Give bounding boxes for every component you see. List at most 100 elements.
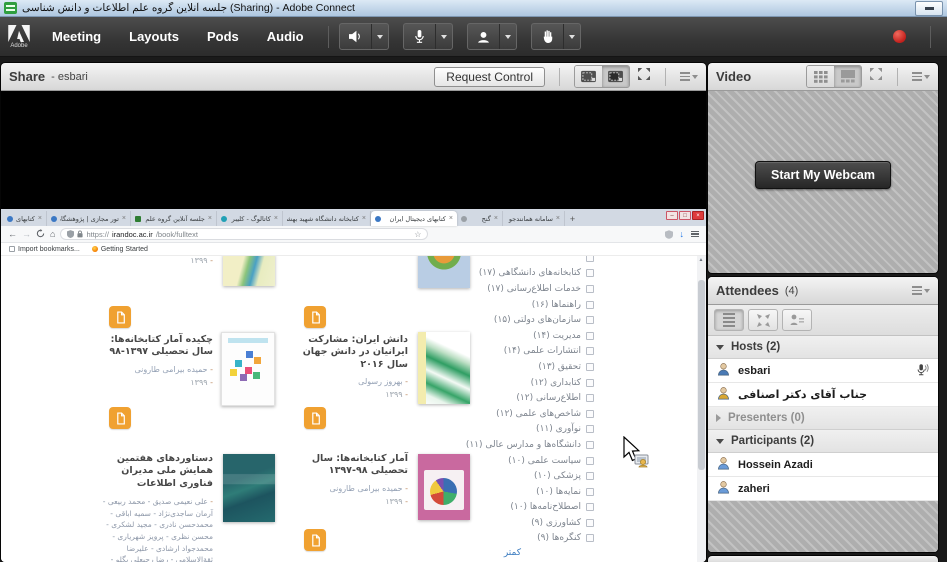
category-filter[interactable]: انتشارات علمی (۱۴) xyxy=(424,344,594,360)
category-filter[interactable]: تحقیق (۱۳) xyxy=(424,359,594,375)
book-title-link[interactable]: چکیده آمار کتابخانه‌ها: سال تحصیلی ۱۳۹۷-… xyxy=(91,334,213,359)
category-filter[interactable]: خدمات اطلاع‌رسانی (۱۷) xyxy=(424,281,594,297)
reload-icon[interactable] xyxy=(36,225,45,243)
category-checkbox[interactable] xyxy=(586,301,594,309)
category-filter[interactable]: کتابداری (۱۲) xyxy=(424,375,594,391)
minimize-button[interactable] xyxy=(915,1,943,16)
pod-menu-icon[interactable] xyxy=(912,72,930,81)
show-less-link[interactable]: کمتر xyxy=(504,548,521,558)
scrollbar-thumb[interactable] xyxy=(698,280,705,470)
url-field[interactable]: https://irandoc.ac.ir/book/fulltext ☆ xyxy=(60,228,428,240)
speaker-dropdown[interactable] xyxy=(371,24,388,49)
category-filter[interactable]: دانشگاه‌ها و مدارس عالی (۱۱) xyxy=(424,437,594,453)
browser-tab[interactable]: کتابهای دیجیتال ایران× xyxy=(3,211,47,226)
category-checkbox[interactable] xyxy=(586,285,594,293)
pdf-download-icon[interactable] xyxy=(109,306,131,328)
category-checkbox[interactable] xyxy=(586,503,594,511)
home-icon[interactable]: ⌂ xyxy=(50,230,55,239)
microphone-icon[interactable] xyxy=(404,24,435,49)
attendee-section-header[interactable]: Participants (2) xyxy=(708,430,938,453)
bookmark-star-icon[interactable]: ☆ xyxy=(414,230,421,239)
category-filter[interactable]: اصطلاح‌نامه‌ها (۱۰) xyxy=(424,500,594,516)
book-cover[interactable] xyxy=(221,332,275,406)
microphone-dropdown[interactable] xyxy=(435,24,452,49)
tab-close-icon[interactable]: × xyxy=(556,215,560,222)
category-filter[interactable]: مدیریت (۱۴) xyxy=(424,328,594,344)
browser-menu-icon[interactable] xyxy=(691,231,699,238)
menu-pods[interactable]: Pods xyxy=(207,29,239,44)
scroll-up-icon[interactable]: ▲ xyxy=(699,257,704,263)
category-filter[interactable]: سیاست علمی (۱۰) xyxy=(424,453,594,469)
browser-minimize-icon[interactable]: – xyxy=(666,211,678,220)
book-title-link[interactable]: آمار کتابخانه‌ها: سال تحصیلی ۹۸-۱۳۹۷ xyxy=(286,453,408,478)
raise-hand-dropdown[interactable] xyxy=(563,24,580,49)
category-filter[interactable]: سازمان‌های دولتی (۱۵) xyxy=(424,312,594,328)
start-webcam-button[interactable]: Start My Webcam xyxy=(755,161,891,189)
book-cover[interactable] xyxy=(223,256,275,286)
category-checkbox[interactable] xyxy=(586,332,594,340)
layout-standard-icon[interactable] xyxy=(575,66,602,87)
back-icon[interactable]: ← xyxy=(8,230,17,239)
book-title-link[interactable]: دستاوردهای هفتمین همایش ملی مدیران فناور… xyxy=(91,453,213,490)
category-checkbox[interactable] xyxy=(586,488,594,496)
attendee-row[interactable]: Hossein Azadi xyxy=(708,453,938,477)
tab-close-icon[interactable]: × xyxy=(494,215,498,222)
book-cover[interactable] xyxy=(223,454,275,522)
browser-tab[interactable]: کتابهای دیجیتال ایران× xyxy=(371,211,457,226)
category-checkbox[interactable] xyxy=(586,425,594,433)
category-checkbox[interactable] xyxy=(586,363,594,371)
browser-maximize-icon[interactable]: □ xyxy=(679,211,691,220)
forward-icon[interactable]: → xyxy=(22,230,31,239)
book-title-link[interactable]: دانش ایران: مشارکت ایرانیان در دانش جهان… xyxy=(286,334,408,371)
tab-close-icon[interactable]: × xyxy=(38,215,42,222)
category-checkbox[interactable] xyxy=(586,457,594,465)
menu-audio[interactable]: Audio xyxy=(267,29,304,44)
category-filter[interactable]: نمایه‌ها (۱۰) xyxy=(424,484,594,500)
attendee-row[interactable]: جناب آقای دکتر اصنافی xyxy=(708,383,938,407)
new-tab-button[interactable]: + xyxy=(565,212,580,226)
fullscreen-icon[interactable] xyxy=(637,67,651,86)
category-filter[interactable]: پزشکی (۱۰) xyxy=(424,468,594,484)
webcam-icon[interactable] xyxy=(468,24,499,49)
attendee-section-header[interactable]: Presenters (0) xyxy=(708,407,938,430)
category-filter[interactable]: کتابخانه‌های دانشگاهی (۱۷) xyxy=(424,266,594,282)
attendee-row[interactable]: zaheri xyxy=(708,477,938,501)
recording-indicator[interactable] xyxy=(893,30,906,43)
category-filter[interactable]: راهنماها (۱۶) xyxy=(424,297,594,313)
pdf-download-icon[interactable] xyxy=(304,529,326,551)
tab-close-icon[interactable]: × xyxy=(274,215,278,222)
category-checkbox[interactable] xyxy=(586,441,594,449)
tab-close-icon[interactable]: × xyxy=(449,215,453,222)
status-view-icon[interactable] xyxy=(782,309,812,331)
category-checkbox[interactable] xyxy=(586,472,594,480)
tab-close-icon[interactable]: × xyxy=(122,215,126,222)
pdf-download-icon[interactable] xyxy=(304,407,326,429)
webcam-dropdown[interactable] xyxy=(499,24,516,49)
category-filter[interactable]: کنگره‌ها (۹) xyxy=(424,531,594,547)
category-checkbox[interactable] xyxy=(586,269,594,277)
category-checkbox[interactable] xyxy=(586,256,594,262)
category-filter[interactable]: نوآوری (۱۱) xyxy=(424,422,594,438)
category-checkbox[interactable] xyxy=(586,379,594,387)
grid-view-icon[interactable] xyxy=(807,66,834,87)
category-checkbox[interactable] xyxy=(586,534,594,542)
fullscreen-icon[interactable] xyxy=(869,67,883,86)
bookmark-item[interactable]: Import bookmarks... xyxy=(9,246,80,253)
tab-close-icon[interactable]: × xyxy=(362,215,366,222)
browser-tab[interactable]: کاتالوگ - کلیبر× xyxy=(217,211,283,226)
layout-filled-icon[interactable] xyxy=(602,66,629,87)
menu-meeting[interactable]: Meeting xyxy=(52,29,101,44)
category-filter[interactable]: شاخص‌های علمی (۱۲) xyxy=(424,406,594,422)
browser-close-icon[interactable]: × xyxy=(692,211,704,220)
pod-menu-icon[interactable] xyxy=(912,286,930,295)
category-checkbox[interactable] xyxy=(586,394,594,402)
attendee-section-header[interactable]: Hosts (2) xyxy=(708,336,938,359)
category-checkbox[interactable] xyxy=(586,347,594,355)
pocket-icon[interactable] xyxy=(665,230,673,239)
category-checkbox[interactable] xyxy=(586,316,594,324)
pdf-download-icon[interactable] xyxy=(304,306,326,328)
speaker-icon[interactable] xyxy=(340,24,371,49)
browser-tab[interactable]: جلسه آنلاین گروه علم× xyxy=(131,211,217,226)
browser-tab[interactable]: کتابخانه دانشگاه شهید بهشتی× xyxy=(283,211,371,226)
page-scrollbar[interactable]: ▲ xyxy=(697,256,706,562)
